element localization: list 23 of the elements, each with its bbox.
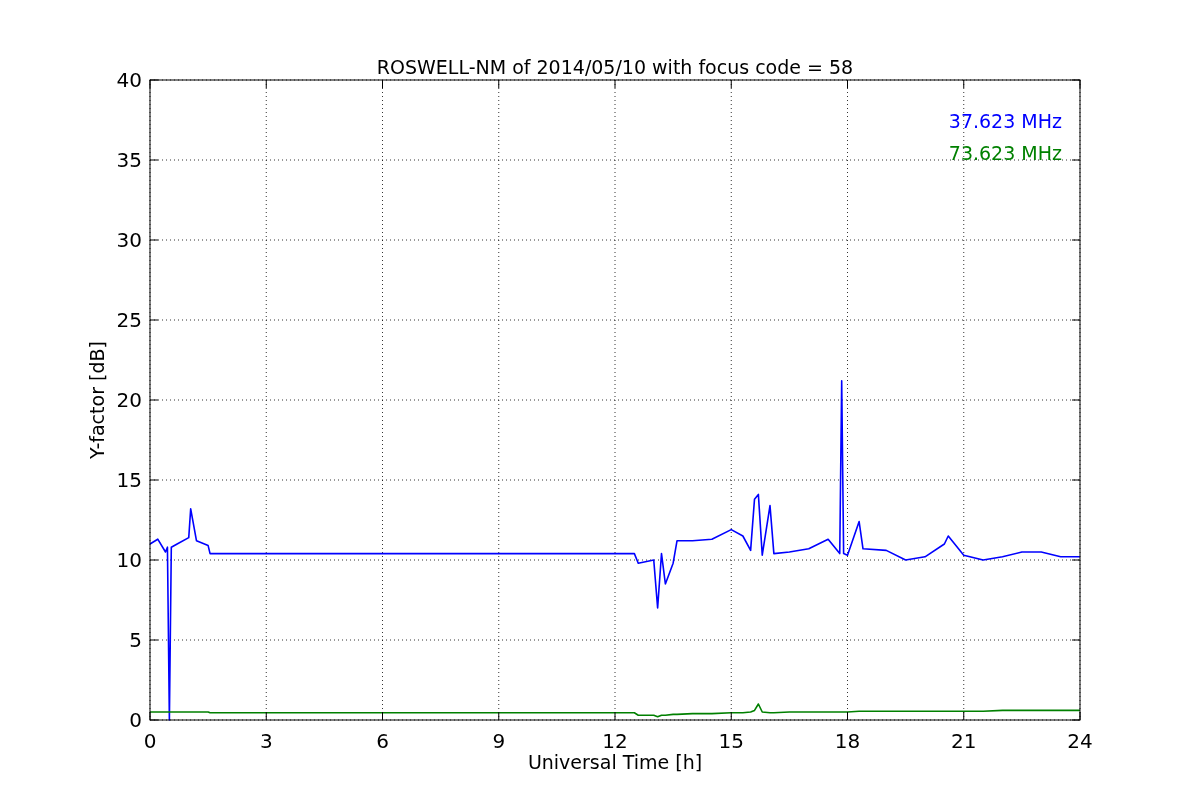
- y-axis-label: Y-factor [dB]: [86, 341, 108, 459]
- y-tick-label: 15: [116, 468, 142, 492]
- x-tick-label: 24: [1067, 729, 1093, 753]
- x-tick-label: 21: [951, 729, 977, 753]
- y-tick-label: 10: [116, 548, 142, 572]
- y-tick-label: 25: [116, 308, 142, 332]
- chart-title: ROSWELL-NM of 2014/05/10 with focus code = 58: [376, 56, 854, 78]
- y-tick-label: 20: [116, 388, 142, 412]
- y-tick-label: 35: [116, 148, 142, 172]
- legend-entry: 73.623 MHz: [948, 142, 1062, 164]
- y-tick-label: 0: [129, 708, 142, 732]
- x-tick-label: 0: [143, 729, 157, 753]
- x-tick-label: 15: [718, 729, 744, 753]
- x-tick-label: 6: [376, 729, 389, 753]
- legend-entry: 37.623 MHz: [948, 110, 1062, 132]
- y-tick-label: 5: [129, 628, 142, 652]
- y-tick-label: 40: [116, 68, 142, 92]
- x-tick-label: 9: [492, 729, 506, 753]
- y-tick-label: 30: [116, 228, 142, 252]
- x-tick-label: 3: [259, 729, 273, 753]
- x-axis-label: Universal Time [h]: [527, 751, 703, 773]
- x-tick-label: 18: [834, 729, 861, 753]
- x-tick-label: 12: [602, 729, 628, 753]
